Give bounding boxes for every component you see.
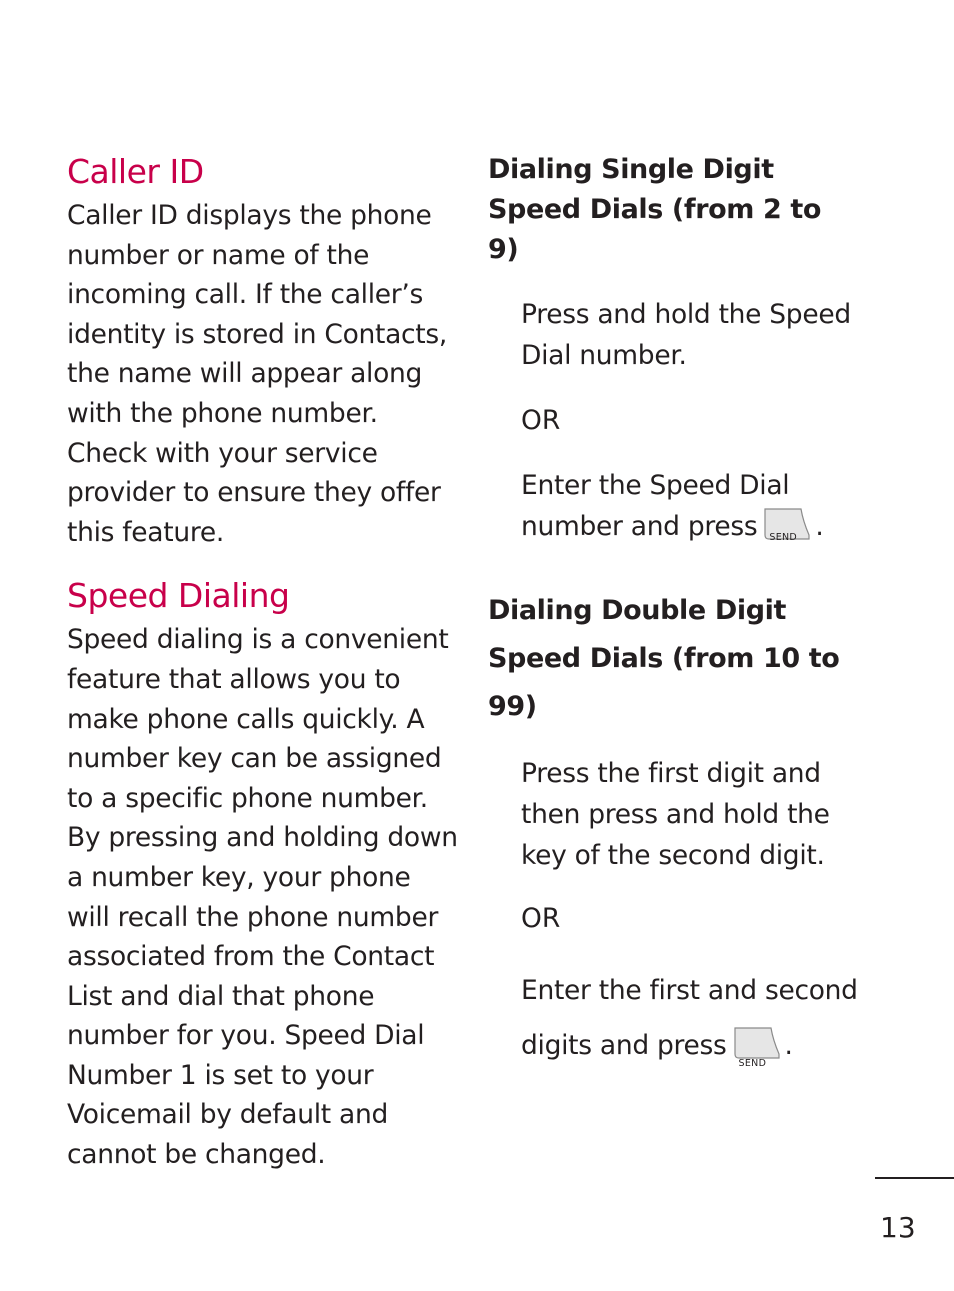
- double-digit-step-2-period: .: [784, 1030, 793, 1061]
- left-column: Caller ID Caller ID displays the phone n…: [67, 150, 459, 1175]
- send-key-icon: SEND: [763, 507, 811, 543]
- single-digit-step-2-period: .: [815, 511, 824, 542]
- single-digit-step-1: Press and hold the Speed Dial number.: [521, 299, 851, 371]
- send-key-label: SEND: [769, 532, 798, 543]
- caller-id-body: Caller ID displays the phone number or n…: [67, 200, 448, 548]
- right-column: Dialing Single Digit Speed Dials (from 2…: [488, 150, 908, 1073]
- double-digit-heading: Dialing Double Digit Speed Dials (from 1…: [488, 595, 840, 722]
- send-key-icon: SEND: [733, 1026, 781, 1069]
- double-digit-step-2-text: Enter the first and second digits and pr…: [521, 975, 858, 1061]
- footer-rule: [875, 1177, 954, 1179]
- double-digit-step-1: Press the first digit and then press and…: [521, 758, 830, 871]
- double-digit-step-2: Enter the first and second digits and pr…: [521, 963, 861, 1073]
- caller-id-heading: Caller ID: [67, 152, 204, 191]
- speed-dialing-body: Speed dialing is a convenient feature th…: [67, 624, 458, 1171]
- double-digit-or: OR: [521, 903, 561, 934]
- single-digit-or: OR: [521, 405, 561, 436]
- speed-dialing-heading: Speed Dialing: [67, 576, 290, 616]
- single-digit-step-2: Enter the Speed Dial number and press SEN…: [521, 465, 851, 547]
- page-number: 13: [880, 1211, 916, 1244]
- single-digit-step-2-text: Enter the Speed Dial number and press: [521, 470, 790, 542]
- send-key-label: SEND: [738, 1058, 767, 1069]
- single-digit-heading: Dialing Single Digit Speed Dials (from 2…: [488, 154, 822, 265]
